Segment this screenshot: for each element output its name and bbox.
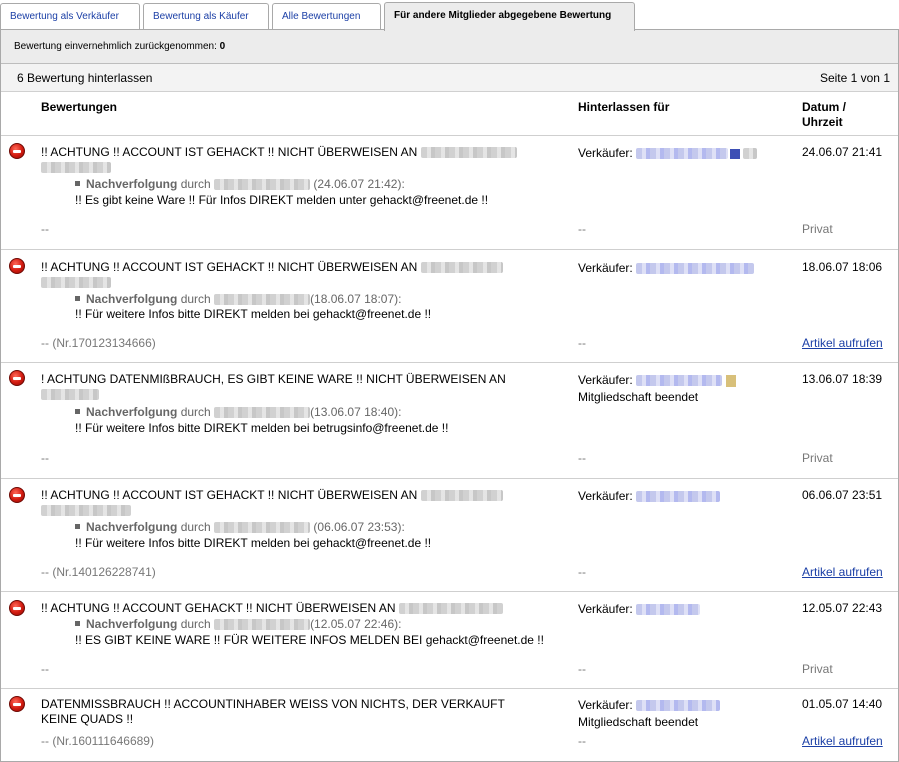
membership-ended: Mitgliedschaft beendet bbox=[578, 390, 699, 404]
feedback-date: 24.06.07 21:41 bbox=[802, 145, 883, 159]
redacted-username bbox=[398, 603, 503, 615]
feedback-title: !! ACHTUNG !! ACCOUNT GEHACKT !! NICHT Ü… bbox=[41, 601, 561, 616]
redacted-seller-link[interactable] bbox=[636, 148, 729, 160]
redacted-username bbox=[41, 162, 111, 174]
negative-feedback-icon bbox=[9, 258, 25, 274]
seller-cell: Verkäufer: bbox=[578, 260, 755, 277]
tab-all-feedback[interactable]: Alle Bewertungen bbox=[272, 3, 381, 30]
feedback-panel: Bewertung einvernehmlich zurückgenommen:… bbox=[0, 29, 899, 762]
seller-cell: Verkäufer: bbox=[578, 601, 701, 618]
redacted-username bbox=[214, 179, 311, 191]
feedback-title: DATENMISSBRAUCH !! ACCOUNTINHABER WEISS … bbox=[41, 697, 505, 726]
withdrawn-feedback-bar: Bewertung einvernehmlich zurückgenommen:… bbox=[1, 30, 898, 64]
table-row: DATENMISSBRAUCH !! ACCOUNTINHABER WEISS … bbox=[1, 689, 898, 761]
redacted-seller-link[interactable] bbox=[636, 700, 721, 712]
feedback-title: ! ACHTUNG DATENMIßBRAUCH, ES GIBT KEINE … bbox=[41, 372, 561, 402]
redacted-username bbox=[41, 277, 111, 289]
feedback-date: 01.05.07 14:40 bbox=[802, 697, 883, 711]
redacted-username bbox=[420, 262, 503, 274]
view-item-link[interactable]: Artikel aufrufen bbox=[802, 565, 883, 579]
redacted-username bbox=[214, 522, 311, 534]
table-row: !! ACHTUNG !! ACCOUNT GEHACKT !! NICHT Ü… bbox=[1, 592, 898, 689]
seller-cell: Verkäufer: bbox=[578, 145, 758, 162]
item-number: -- bbox=[41, 222, 49, 236]
seller-cell: Verkäufer: Mitgliedschaft beendet bbox=[578, 372, 737, 406]
item-number: -- bbox=[41, 451, 49, 465]
followup-message: !! Für weitere Infos bitte DIREKT melden… bbox=[75, 307, 432, 321]
negative-feedback-icon bbox=[9, 487, 25, 503]
withdrawn-label: Bewertung einvernehmlich zurückgenommen: bbox=[14, 41, 217, 52]
feedback-visibility: Privat bbox=[802, 222, 833, 236]
feedback-date: 06.06.07 23:51 bbox=[802, 488, 883, 502]
feedback-visibility: Privat bbox=[802, 451, 833, 465]
table-row: ! ACHTUNG DATENMIßBRAUCH, ES GIBT KEINE … bbox=[1, 363, 898, 479]
feedback-date: 18.06.07 18:06 bbox=[802, 260, 883, 274]
item-number: -- (Nr.140126228741) bbox=[41, 565, 156, 579]
negative-feedback-icon bbox=[9, 143, 25, 159]
negative-feedback-icon bbox=[9, 370, 25, 386]
feedback-count-bar: 6 Bewertung hinterlassen Seite 1 von 1 bbox=[1, 64, 898, 92]
redacted-username bbox=[420, 490, 503, 502]
item-number: -- bbox=[41, 662, 49, 676]
header-left-for: Hinterlassen für bbox=[578, 100, 670, 114]
followup-line: Nachverfolgung durch (12.05.07 22:46): bbox=[75, 617, 401, 632]
table-row: !! ACHTUNG !! ACCOUNT IST GEHACKT !! NIC… bbox=[1, 479, 898, 592]
item-number: -- (Nr.160111646689) bbox=[41, 734, 154, 748]
header-feedback: Bewertungen bbox=[41, 100, 118, 114]
tab-bar: Bewertung als Verkäufer Bewertung als Kä… bbox=[0, 0, 899, 31]
redacted-seller-link[interactable] bbox=[636, 375, 723, 387]
redacted-seller-link[interactable] bbox=[636, 263, 755, 275]
followup-message: !! Für weitere Infos bitte DIREKT melden… bbox=[75, 536, 432, 550]
followup-message: !! Es gibt keine Ware !! Für Infos DIREK… bbox=[75, 193, 489, 207]
tab-seller-feedback[interactable]: Bewertung als Verkäufer bbox=[0, 3, 140, 30]
redacted-username bbox=[214, 294, 311, 306]
tab-feedback-left-for-others[interactable]: Für andere Mitglieder abgegebene Bewertu… bbox=[384, 2, 635, 31]
table-row: !! ACHTUNG !! ACCOUNT IST GEHACKT !! NIC… bbox=[1, 250, 898, 363]
redacted-username bbox=[41, 505, 131, 517]
tab-buyer-feedback[interactable]: Bewertung als Käufer bbox=[143, 3, 269, 30]
item-number: -- (Nr.170123134666) bbox=[41, 336, 156, 350]
feedback-title: !! ACHTUNG !! ACCOUNT IST GEHACKT !! NIC… bbox=[41, 488, 561, 518]
feedback-count: 6 Bewertung hinterlassen bbox=[17, 71, 153, 85]
redacted-username bbox=[214, 407, 311, 419]
membership-ended: Mitgliedschaft beendet bbox=[578, 715, 699, 729]
followup-line: Nachverfolgung durch (24.06.07 21:42): bbox=[75, 177, 405, 192]
table-header: Bewertungen Hinterlassen für Datum / Uhrz… bbox=[1, 92, 898, 136]
view-item-link[interactable]: Artikel aufrufen bbox=[802, 734, 883, 748]
followup-line: Nachverfolgung durch (13.06.07 18:40): bbox=[75, 405, 401, 420]
feedback-title: !! ACHTUNG !! ACCOUNT IST GEHACKT !! NIC… bbox=[41, 145, 561, 175]
followup-message: !! ES GIBT KEINE WARE !! FÜR WEITERE INF… bbox=[75, 633, 544, 647]
redacted-username bbox=[214, 619, 311, 631]
page-indicator: Seite 1 von 1 bbox=[819, 71, 890, 85]
negative-feedback-icon bbox=[9, 696, 25, 712]
followup-line: Nachverfolgung durch (06.06.07 23:53): bbox=[75, 520, 405, 535]
feedback-star-icon bbox=[726, 374, 737, 387]
feedback-date: 12.05.07 22:43 bbox=[802, 601, 883, 615]
feedback-star-icon bbox=[730, 148, 741, 159]
feedback-title: !! ACHTUNG !! ACCOUNT IST GEHACKT !! NIC… bbox=[41, 260, 561, 290]
table-row: !! ACHTUNG !! ACCOUNT IST GEHACKT !! NIC… bbox=[1, 136, 898, 250]
feedback-date: 13.06.07 18:39 bbox=[802, 372, 883, 386]
redacted-username bbox=[41, 389, 99, 401]
feedback-visibility: Privat bbox=[802, 662, 833, 676]
view-item-link[interactable]: Artikel aufrufen bbox=[802, 336, 883, 350]
followup-line: Nachverfolgung durch (18.06.07 18:07): bbox=[75, 292, 401, 307]
negative-feedback-icon bbox=[9, 600, 25, 616]
redacted-seller-link[interactable] bbox=[636, 604, 701, 616]
redacted-username bbox=[420, 147, 517, 159]
withdrawn-count: 0 bbox=[219, 41, 226, 52]
header-date-time: Datum / Uhrzeit bbox=[802, 100, 847, 129]
seller-cell: Verkäufer: Mitgliedschaft beendet bbox=[578, 697, 721, 731]
redacted-seller-link[interactable] bbox=[636, 491, 721, 503]
followup-message: !! Für weitere Infos bitte DIREKT melden… bbox=[75, 421, 449, 435]
seller-cell: Verkäufer: bbox=[578, 488, 721, 505]
